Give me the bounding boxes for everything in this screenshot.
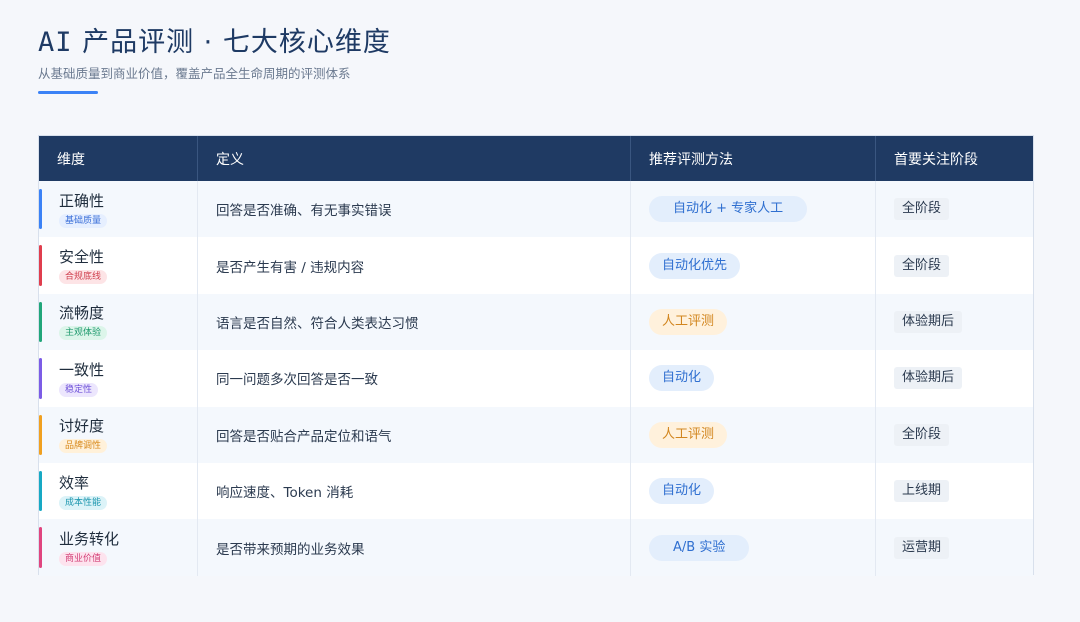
- method-pill: 人工评测: [649, 308, 728, 335]
- dimension-tag: 成本性能: [59, 495, 108, 510]
- definition-cell: 语言是否自然、符合人类表达习惯: [198, 293, 631, 351]
- table-row-7: 业务转化 商业价值 是否带来预期的业务效果 A/B 实验 运营期: [39, 519, 1033, 576]
- stage-cell: 体验期后: [876, 294, 1033, 350]
- table-row-4: 一致性 稳定性 同一问题多次回答是否一致 自动化 体验期后: [39, 350, 1033, 407]
- dimension-accent-bar: [39, 470, 42, 512]
- dimension-accent-bar: [39, 527, 42, 568]
- dimension-accent-bar: [39, 414, 42, 455]
- dimension-cell: 一致性 稳定性: [39, 350, 198, 407]
- stage-cell: 全阶段: [876, 181, 1033, 237]
- dimension-tag: 合规底线: [59, 270, 108, 285]
- title-prefix: AI: [38, 27, 73, 58]
- method-pill: 自动化优先: [649, 252, 741, 279]
- dimension-accent-bar: [39, 358, 42, 399]
- method-pill: 自动化: [649, 365, 715, 392]
- dimension-cell: 效率 成本性能: [39, 462, 198, 520]
- dimension-accent-bar: [39, 301, 42, 343]
- stage-cell: 体验期后: [876, 350, 1033, 406]
- table-row-2: 安全性 合规底线 是否产生有害 / 违规内容 自动化优先 全阶段: [39, 237, 1033, 294]
- stage-cell: 全阶段: [876, 237, 1033, 293]
- column-header-definition: 定义: [198, 136, 631, 181]
- dimension-name: 正确性: [59, 191, 105, 210]
- dimension-accent-bar: [39, 245, 42, 286]
- dimension-name: 效率: [59, 473, 90, 492]
- dimension-tag: 稳定性: [59, 382, 99, 397]
- method-pill: 人工评测: [649, 421, 728, 448]
- method-cell: 自动化: [631, 350, 876, 407]
- table-row-5: 讨好度 品牌调性 回答是否贴合产品定位和语气 人工评测 全阶段: [39, 406, 1033, 463]
- dimension-tag: 基础质量: [59, 213, 108, 228]
- dimension-cell: 流畅度 主观体验: [39, 293, 198, 351]
- dimension-accent-bar: [39, 189, 42, 230]
- method-cell: 自动化优先: [631, 237, 876, 294]
- table-row-1: 正确性 基础质量 回答是否准确、有无事实错误 自动化 + 专家人工 全阶段: [39, 181, 1033, 238]
- dimension-tag: 商业价值: [59, 552, 108, 567]
- method-pill: 自动化 + 专家人工: [649, 196, 808, 223]
- table-body: 正确性 基础质量 回答是否准确、有无事实错误 自动化 + 专家人工 全阶段 安全…: [39, 181, 1033, 576]
- title-accent-line: [38, 91, 98, 94]
- stage-pill: 全阶段: [894, 423, 950, 446]
- dimension-cell: 讨好度 品牌调性: [39, 406, 198, 463]
- stage-cell: 上线期: [876, 463, 1033, 519]
- dimension-name: 讨好度: [59, 417, 105, 436]
- dimension-name: 一致性: [59, 360, 105, 379]
- dimension-cell: 安全性 合规底线: [39, 237, 198, 294]
- column-header-dimension: 维度: [39, 136, 198, 181]
- method-pill: A/B 实验: [649, 534, 750, 561]
- table-header-row: 维度 定义 推荐评测方法 首要关注阶段: [39, 136, 1033, 181]
- dimension-name: 流畅度: [59, 304, 105, 323]
- method-cell: 自动化 + 专家人工: [631, 181, 876, 238]
- stage-pill: 全阶段: [894, 254, 950, 277]
- definition-cell: 同一问题多次回答是否一致: [198, 350, 631, 407]
- definition-cell: 是否带来预期的业务效果: [198, 519, 631, 576]
- method-cell: 人工评测: [631, 293, 876, 351]
- definition-cell: 回答是否准确、有无事实错误: [198, 181, 631, 238]
- table-row-6: 效率 成本性能 响应速度、Token 消耗 自动化 上线期: [39, 462, 1033, 520]
- dimension-cell: 正确性 基础质量: [39, 181, 198, 238]
- definition-cell: 是否产生有害 / 违规内容: [198, 237, 631, 294]
- dimension-name: 安全性: [59, 248, 105, 267]
- page-title: AI 产品评测 · 七大核心维度: [38, 20, 391, 59]
- stage-pill: 上线期: [894, 480, 950, 503]
- table-row-3: 流畅度 主观体验 语言是否自然、符合人类表达习惯 人工评测 体验期后: [39, 293, 1033, 351]
- stage-cell: 全阶段: [876, 407, 1033, 463]
- method-pill: 自动化: [649, 478, 715, 505]
- stage-pill: 体验期后: [894, 367, 963, 390]
- stage-pill: 全阶段: [894, 198, 950, 221]
- definition-cell: 响应速度、Token 消耗: [198, 462, 631, 520]
- definition-cell: 回答是否贴合产品定位和语气: [198, 406, 631, 463]
- method-cell: A/B 实验: [631, 519, 876, 576]
- method-cell: 人工评测: [631, 406, 876, 463]
- dimension-name: 业务转化: [59, 530, 120, 549]
- column-header-method: 推荐评测方法: [631, 136, 876, 181]
- dimension-tag: 品牌调性: [59, 439, 108, 454]
- stage-pill: 运营期: [894, 536, 950, 559]
- stage-cell: 运营期: [876, 519, 1033, 575]
- dimension-tag: 主观体验: [59, 326, 108, 341]
- stage-pill: 体验期后: [894, 310, 963, 333]
- page-subtitle: 从基础质量到商业价值，覆盖产品全生命周期的评测体系: [38, 66, 351, 81]
- column-header-stage: 首要关注阶段: [894, 151, 978, 168]
- dimension-cell: 业务转化 商业价值: [39, 519, 198, 576]
- method-cell: 自动化: [631, 462, 876, 520]
- page: AI 产品评测 · 七大核心维度 从基础质量到商业价值，覆盖产品全生命周期的评测…: [0, 0, 1080, 622]
- title-rest: 产品评测 · 七大核心维度: [72, 27, 391, 58]
- dimensions-table: 维度 定义 推荐评测方法 首要关注阶段 正确性 基础质量 回答是否准确、有无事实…: [38, 135, 1034, 576]
